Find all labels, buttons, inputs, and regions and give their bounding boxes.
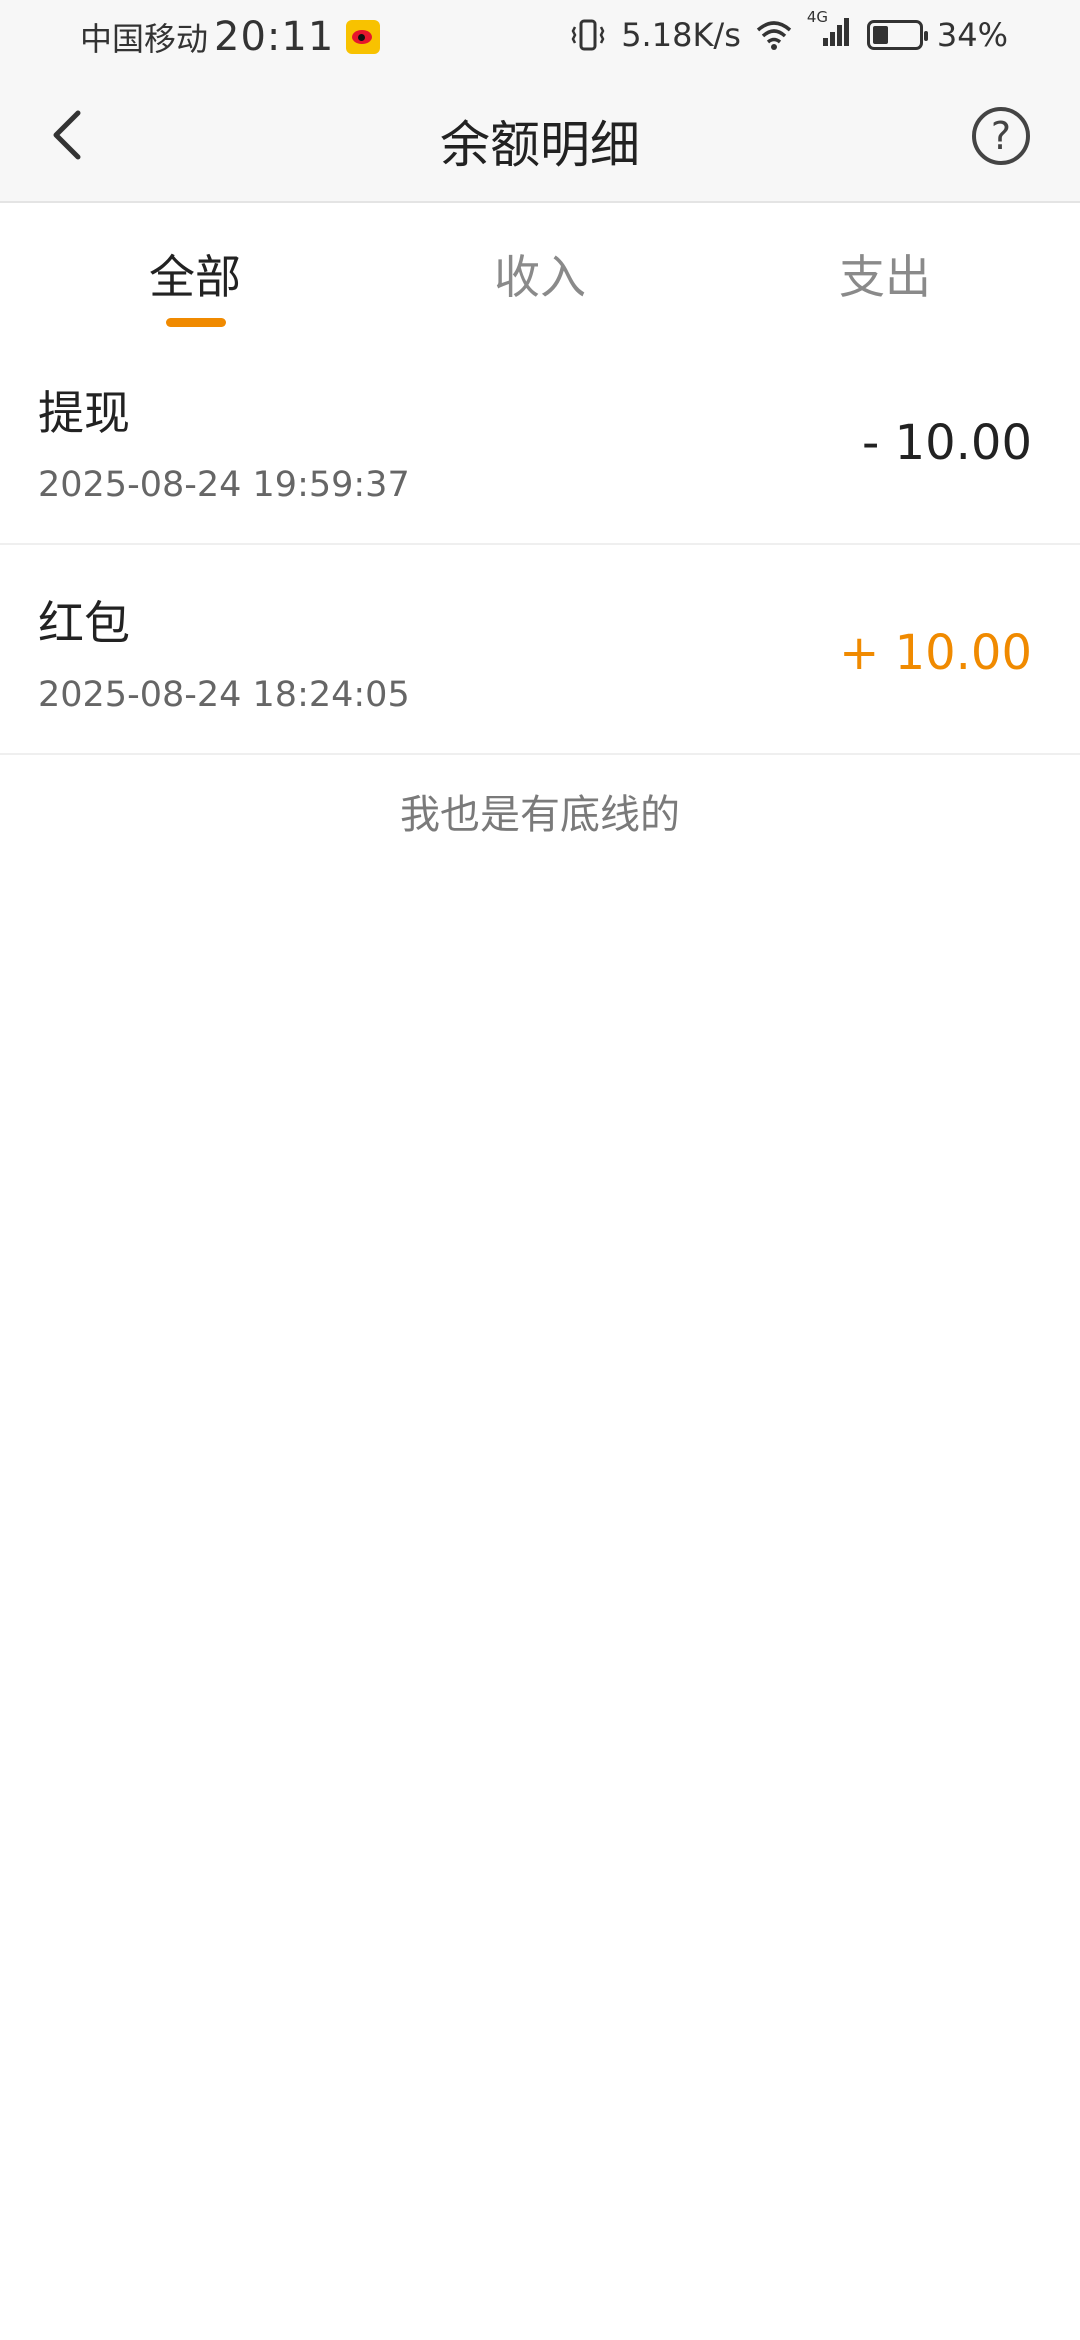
carrier-name: 中国移动 (80, 20, 209, 58)
tab-all[interactable]: 全部 (15, 241, 375, 307)
clock-time: 20:11 (214, 14, 335, 60)
transaction-amount: + 10.00 (839, 625, 1032, 681)
transaction-time: 2025-08-24 18:24:05 (38, 675, 410, 715)
network-type-label: 4G (806, 8, 829, 26)
tab-income[interactable]: 收入 (360, 241, 720, 307)
transaction-amount: - 10.00 (862, 415, 1032, 471)
vibrate-icon (571, 19, 605, 51)
transaction-row[interactable]: 红包 2025-08-24 18:24:05 + 10.00 (0, 545, 1080, 755)
help-button[interactable]: ? (972, 107, 1030, 165)
battery-percent: 34% (936, 16, 1008, 54)
transaction-row[interactable]: 提现 2025-08-24 19:59:37 - 10.00 (0, 335, 1080, 545)
signal-group: 4G (807, 8, 853, 56)
status-left: 中国移动 20:11 (80, 14, 381, 60)
app-header: 余额明细 ? (0, 75, 1080, 203)
screen: 中国移动 20:11 5.18K/s 4G 34% 余额明细 ? 全部 收入 支… (0, 0, 1080, 2340)
filter-tabs: 全部 收入 支出 (0, 203, 1080, 336)
weibo-icon (346, 20, 381, 54)
question-circle-icon: ? (990, 114, 1012, 158)
wifi-icon (756, 21, 792, 50)
battery-fill (872, 26, 888, 44)
network-speed: 5.18K/s (621, 16, 741, 54)
battery-icon (866, 20, 928, 50)
transaction-time: 2025-08-24 19:59:37 (38, 465, 410, 505)
transaction-title: 提现 (38, 386, 130, 440)
status-right: 5.18K/s 4G 34% (569, 8, 1008, 56)
end-of-list-note: 我也是有底线的 (400, 792, 680, 838)
tab-expense[interactable]: 支出 (705, 241, 1065, 307)
page-title: 余额明细 (440, 116, 640, 174)
transaction-title: 红包 (38, 596, 130, 650)
active-tab-indicator (166, 318, 226, 327)
status-bar: 中国移动 20:11 5.18K/s 4G 34% (0, 0, 1080, 75)
